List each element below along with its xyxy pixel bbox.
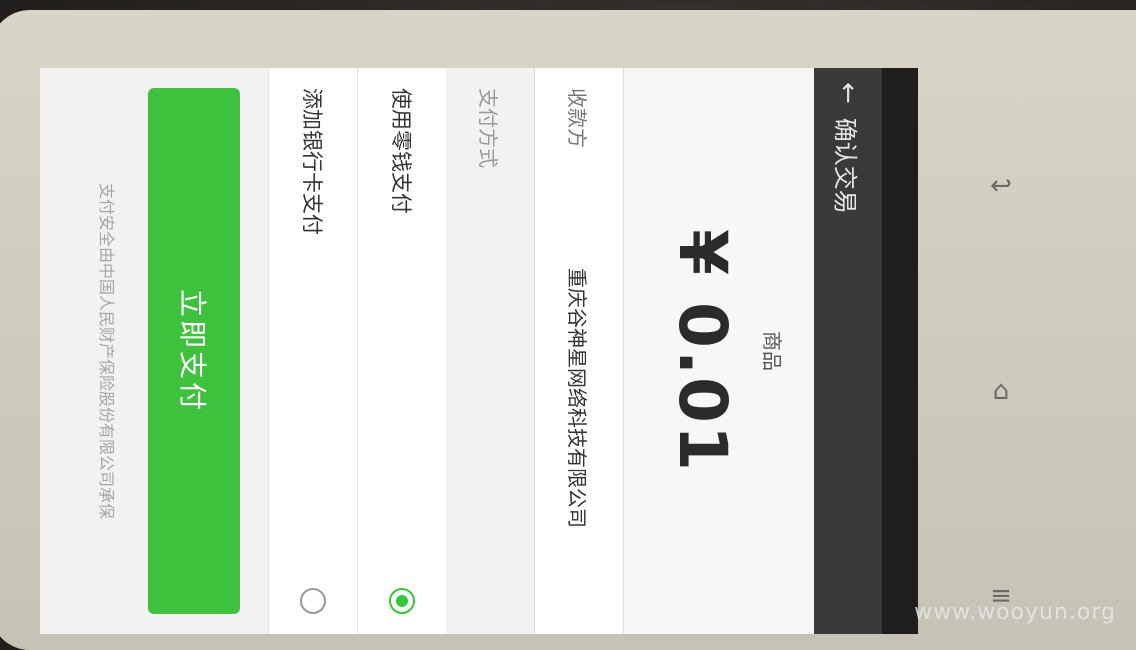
hardware-keys: ↩ ⌂ ≡ bbox=[965, 130, 1035, 630]
radio-checked-icon[interactable] bbox=[389, 588, 415, 614]
payee-value: 重庆谷神星网络科技有限公司 bbox=[565, 268, 590, 528]
action-bar: ← 确认交易 bbox=[814, 68, 882, 634]
watermark: www.wooyun.org bbox=[914, 600, 1116, 625]
page-title: 确认交易 bbox=[831, 117, 860, 214]
payment-page: ← 确认交易 商品 ¥ 0.01 收款方 重庆谷神星网络科技有限公司 支付方式 … bbox=[40, 68, 918, 634]
order-summary: 商品 ¥ 0.01 bbox=[624, 68, 814, 634]
payment-method-bankcard[interactable]: 添加银行卡支付 bbox=[268, 68, 357, 634]
back-key-icon[interactable]: ↩ bbox=[985, 170, 1017, 202]
amount: ¥ 0.01 bbox=[664, 229, 741, 473]
status-bar bbox=[882, 68, 918, 634]
payment-method-balance[interactable]: 使用零钱支付 bbox=[357, 68, 446, 634]
payment-section-title: 支付方式 bbox=[476, 88, 501, 168]
pay-now-button[interactable]: 立即支付 bbox=[148, 88, 240, 614]
radio-unchecked-icon[interactable] bbox=[300, 588, 326, 614]
payment-method-label: 使用零钱支付 bbox=[389, 88, 413, 214]
item-label: 商品 bbox=[760, 331, 784, 371]
phone-screen: ← 确认交易 商品 ¥ 0.01 收款方 重庆谷神星网络科技有限公司 支付方式 … bbox=[40, 68, 918, 634]
payment-method-label: 添加银行卡支付 bbox=[300, 88, 324, 235]
home-key-icon[interactable]: ⌂ bbox=[985, 375, 1017, 407]
insurance-footer: 支付安全由中国人民财产保险股份有限公司承保 bbox=[97, 182, 116, 519]
payee-label: 收款方 bbox=[565, 88, 590, 148]
back-arrow-icon[interactable]: ← bbox=[833, 82, 863, 104]
payee-row: 收款方 重庆谷神星网络科技有限公司 bbox=[534, 68, 624, 634]
